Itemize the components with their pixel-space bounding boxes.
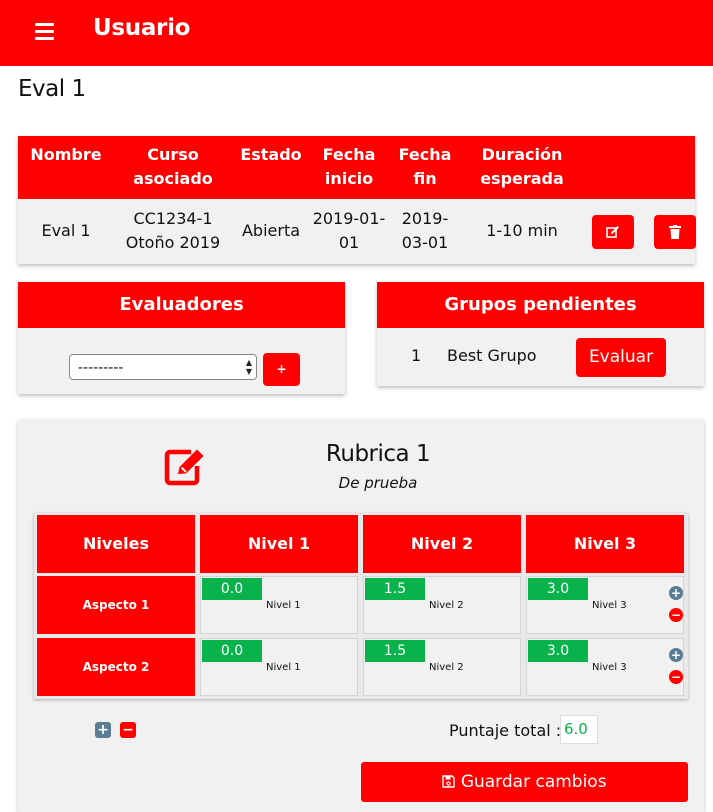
header-text: Estado — [240, 145, 302, 164]
level-label: Nivel 2 — [429, 662, 464, 673]
level-cell[interactable]: 0.0 Nivel 1 — [200, 638, 358, 696]
hamburger-menu-icon[interactable] — [35, 23, 54, 40]
cell-curso: CC1234-1 Otoño 2019 — [114, 207, 232, 255]
level-cell[interactable]: 0.0 Nivel 1 — [200, 576, 358, 634]
cell-fecha-inicio: 2019-01- 01 — [312, 207, 386, 255]
header-text: Nombre — [30, 145, 102, 164]
column-header-estado: Estado — [238, 143, 304, 167]
grid-header-nivel-2[interactable]: Nivel 2 — [363, 515, 521, 573]
header-text: Curso — [147, 145, 199, 164]
add-aspect-icon[interactable]: + — [95, 722, 111, 738]
cell-fecha-fin: 2019- 03-01 — [388, 207, 462, 255]
app-title: Usuario — [93, 15, 191, 41]
grupos-pendientes-panel: Grupos pendientes 1 Best Grupo Evaluar — [377, 282, 704, 386]
grupo-name: Best Grupo — [447, 346, 537, 365]
aspect-label[interactable]: Aspecto 1 — [37, 576, 195, 634]
cell-text: Otoño 2019 — [125, 233, 221, 252]
level-cell[interactable]: 1.5 Nivel 2 — [363, 576, 521, 634]
header-text: fin — [413, 169, 437, 188]
rubrica-title: Rubrica 1 — [325, 441, 431, 467]
level-cell[interactable]: 3.0 Nivel 3 — [526, 638, 684, 696]
header-text: inicio — [324, 169, 374, 188]
score-value[interactable]: 3.0 — [528, 640, 588, 662]
cell-text: 2019-01- — [312, 209, 386, 228]
save-button[interactable]: Guardar cambios — [361, 762, 688, 802]
level-label: Nivel 1 — [266, 662, 301, 673]
cell-duracion: 1-10 min — [486, 221, 558, 240]
header-text: Duración — [481, 145, 563, 164]
column-header-curso: Curso asociado — [114, 143, 232, 191]
cell-text: 01 — [338, 233, 360, 252]
rubrica-panel: Rubrica 1 De prueba Niveles Nivel 1 Nive… — [18, 419, 704, 812]
score-value[interactable]: 3.0 — [528, 578, 588, 600]
cell-text: CC1234-1 — [133, 209, 213, 228]
grupo-number: 1 — [411, 346, 422, 365]
grid-header-niveles: Niveles — [37, 515, 195, 573]
grid-header-nivel-3[interactable]: Nivel 3 — [526, 515, 684, 573]
score-value[interactable]: 1.5 — [365, 640, 425, 662]
trash-icon — [669, 225, 681, 239]
evaluador-select[interactable]: --------- ▲ ▼ — [69, 354, 257, 380]
score-value[interactable]: 1.5 — [365, 578, 425, 600]
edit-icon — [606, 226, 619, 238]
level-label: Nivel 1 — [266, 600, 301, 611]
evaluadores-panel: Evaluadores --------- ▲ ▼ + — [18, 282, 345, 394]
evaluar-button[interactable]: Evaluar — [576, 338, 666, 377]
cell-text: 03-01 — [401, 233, 449, 252]
column-header-fecha-inicio: Fecha inicio — [314, 143, 384, 191]
header-text: Fecha — [322, 145, 376, 164]
cell-nombre: Eval 1 — [41, 221, 91, 240]
rubrica-subtitle: De prueba — [338, 474, 418, 492]
level-cell[interactable]: 1.5 Nivel 2 — [363, 638, 521, 696]
select-value: --------- — [78, 360, 124, 376]
column-header-nombre: Nombre — [28, 143, 104, 167]
grid-header-nivel-1[interactable]: Nivel 1 — [200, 515, 358, 573]
eval-table: Nombre Curso asociado Estado Fecha inici… — [18, 136, 696, 264]
cell-estado: Abierta — [241, 221, 301, 240]
level-label: Nivel 3 — [592, 600, 627, 611]
select-arrows-icon: ▲ ▼ — [245, 358, 252, 376]
remove-level-icon[interactable]: − — [669, 670, 683, 684]
column-header-fecha-fin: Fecha fin — [390, 143, 460, 191]
score-value[interactable]: 0.0 — [202, 578, 262, 600]
rubrica-grid: Niveles Nivel 1 Nivel 2 Nivel 3 Aspecto … — [34, 513, 688, 699]
delete-eval-button[interactable] — [654, 215, 696, 249]
add-level-icon[interactable]: + — [669, 648, 683, 662]
header-text: asociado — [133, 169, 213, 188]
edit-eval-button[interactable] — [592, 215, 634, 249]
top-bar: Usuario — [0, 0, 713, 66]
remove-aspect-icon[interactable]: − — [120, 722, 136, 738]
aspect-label[interactable]: Aspecto 2 — [37, 638, 195, 696]
page-title: Eval 1 — [18, 76, 86, 102]
column-header-duracion: Duración esperada — [472, 143, 572, 191]
total-label: Puntaje total : — [449, 721, 562, 740]
level-label: Nivel 2 — [429, 600, 464, 611]
add-evaluador-button[interactable]: + — [263, 353, 300, 386]
total-value: 6.0 — [560, 715, 598, 744]
level-cell[interactable]: 3.0 Nivel 3 — [526, 576, 684, 634]
grupos-title: Grupos pendientes — [377, 282, 704, 328]
save-label: Guardar cambios — [460, 772, 607, 792]
cell-text: 2019- — [401, 209, 449, 228]
score-value[interactable]: 0.0 — [202, 640, 262, 662]
evaluadores-title: Evaluadores — [18, 282, 345, 328]
remove-level-icon[interactable]: − — [669, 608, 683, 622]
save-icon — [442, 775, 456, 788]
add-level-icon[interactable]: + — [669, 586, 683, 600]
header-text: Fecha — [398, 145, 452, 164]
level-label: Nivel 3 — [592, 662, 627, 673]
header-text: esperada — [480, 169, 564, 188]
